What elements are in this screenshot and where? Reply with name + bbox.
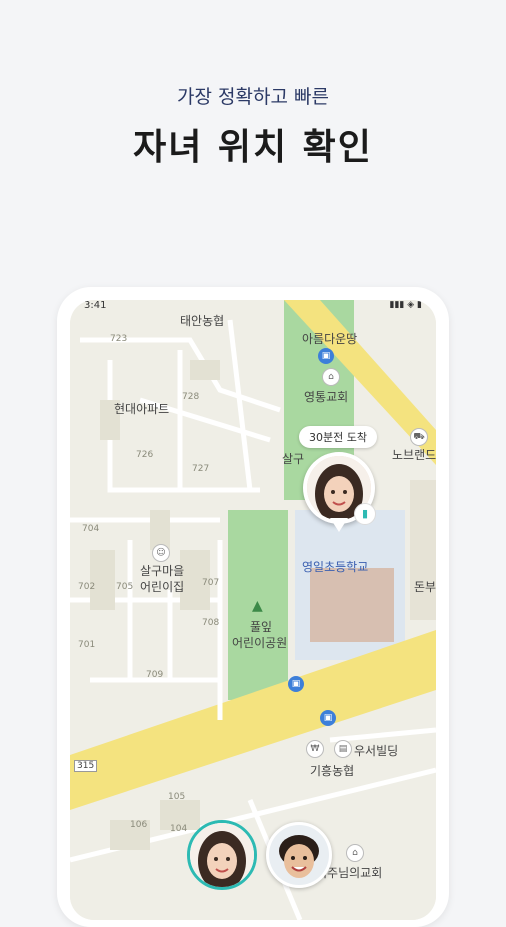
place-nobrand[interactable]: 노브랜드 <box>392 446 436 463</box>
phone-frame: 3:41 ▮▮▮ ◈ ▮ 태안농협 아름다운땅 ▣ ⌂ 영통교회 현대아파트 ⛟… <box>57 287 449 927</box>
block-number: 704 <box>82 524 100 534</box>
tree-icon: ▲ <box>252 598 263 614</box>
block-number: 709 <box>146 670 164 680</box>
block-number: 104 <box>170 824 188 834</box>
bus-stop-icon[interactable]: ▣ <box>288 676 304 692</box>
map-screen[interactable]: 3:41 ▮▮▮ ◈ ▮ 태안농협 아름다운땅 ▣ ⌂ 영통교회 현대아파트 ⛟… <box>70 300 436 920</box>
place-church[interactable]: 영통교회 <box>304 388 348 405</box>
block-number: 726 <box>136 450 154 460</box>
battery-icon: ▮ <box>354 503 376 525</box>
block-number: 723 <box>110 334 128 344</box>
page-title: 자녀 위치 확인 <box>133 127 373 168</box>
block-number: 105 <box>168 792 186 802</box>
place-park2[interactable]: 어린이공원 <box>232 634 287 651</box>
page-subtitle: 가장 정확하고 빠른 <box>177 86 329 108</box>
status-icons: ▮▮▮ ◈ ▮ <box>389 300 422 310</box>
child-avatar-boy[interactable] <box>266 822 332 888</box>
status-time: 3:41 <box>84 300 107 311</box>
place-apt[interactable]: 현대아파트 <box>114 400 169 417</box>
place-giheung[interactable]: 기흥농협 <box>310 762 354 779</box>
building-icon: ▤ <box>334 740 352 758</box>
kindergarten-icon: ☺ <box>152 544 170 562</box>
block-number: 708 <box>202 618 220 628</box>
place-salgu[interactable]: 살구 <box>282 450 304 467</box>
block-number: 702 <box>78 582 96 592</box>
cart-icon: ⛟ <box>410 428 428 446</box>
block-number: 727 <box>192 464 210 474</box>
place-school[interactable]: 영일초등학교 <box>302 558 368 575</box>
place-kinder2[interactable]: 어린이집 <box>140 578 184 595</box>
place-kinder1[interactable]: 살구마을 <box>140 562 184 579</box>
road-number: 315 <box>74 760 98 772</box>
place-donbu[interactable]: 돈부 <box>414 578 436 595</box>
child-avatar-girl[interactable] <box>187 820 257 890</box>
place-taean[interactable]: 태안농협 <box>180 312 224 329</box>
church-icon: ⌂ <box>322 368 340 386</box>
bank-icon: ₩ <box>306 740 324 758</box>
block-number: 707 <box>202 578 220 588</box>
place-park1[interactable]: 풀잎 <box>250 618 272 635</box>
bus-stop-icon[interactable]: ▣ <box>318 348 334 364</box>
place-woose[interactable]: 우서빌딩 <box>354 742 398 759</box>
block-number: 728 <box>182 392 200 402</box>
status-bar: 3:41 ▮▮▮ ◈ ▮ <box>70 300 436 314</box>
place-areumdaun[interactable]: 아름다운땅 <box>302 330 357 347</box>
church-icon: ⌂ <box>346 844 364 862</box>
arrival-time-bubble: 30분전 도착 <box>299 426 377 448</box>
block-number: 701 <box>78 640 96 650</box>
block-number: 705 <box>116 582 134 592</box>
bus-stop-icon[interactable]: ▣ <box>320 710 336 726</box>
block-number: 106 <box>130 820 148 830</box>
